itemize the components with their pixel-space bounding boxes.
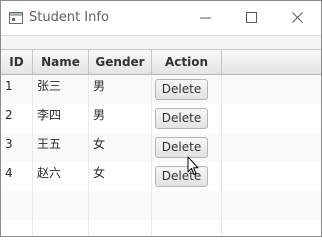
cell-empty [152,220,222,236]
table-row[interactable]: 1 张三 男 Delete [1,75,321,104]
arrow-cursor-icon [187,156,199,175]
cell-filler [222,133,321,162]
cell-name: 李四 [33,104,89,133]
minimize-button[interactable] [183,1,229,35]
column-header-filler [222,50,321,74]
cell-empty [1,220,33,236]
column-header-action[interactable]: Action [152,50,222,74]
cell-id: 1 [1,75,33,104]
column-header-gender[interactable]: Gender [89,50,152,74]
cell-name: 王五 [33,133,89,162]
cell-filler [222,104,321,133]
cell-filler [222,75,321,104]
delete-button[interactable]: Delete [155,108,208,129]
delete-button[interactable]: Delete [155,137,208,158]
toolbar-area [1,36,321,49]
cell-empty [33,220,89,236]
minimize-icon [200,17,211,19]
maximize-icon [246,12,257,23]
cell-name: 张三 [33,75,89,104]
cell-empty [33,191,89,220]
table-header: ID Name Gender Action [1,49,321,75]
column-header-id[interactable]: ID [1,50,33,74]
cell-action: Delete [152,75,222,104]
cell-gender: 女 [89,133,152,162]
cell-id: 2 [1,104,33,133]
cell-name: 赵六 [33,162,89,191]
cell-filler [222,162,321,191]
empty-row [1,191,321,220]
column-header-name[interactable]: Name [33,50,89,74]
window-icon [9,12,23,24]
delete-button[interactable]: Delete [155,79,208,100]
cell-action: Delete [152,104,222,133]
empty-row [1,220,321,236]
cell-gender: 女 [89,162,152,191]
cell-id: 3 [1,133,33,162]
delete-button[interactable]: Delete [155,166,208,187]
window-title: Student Info [29,10,109,25]
cell-empty [1,191,33,220]
table-row[interactable]: 2 李四 男 Delete [1,104,321,133]
cell-empty [89,191,152,220]
cell-gender: 男 [89,75,152,104]
title-bar[interactable]: Student Info [1,1,321,35]
cell-id: 4 [1,162,33,191]
maximize-button[interactable] [229,1,275,35]
cell-empty [152,191,222,220]
student-table[interactable]: ID Name Gender Action 1 张三 男 Delete 2 李四… [1,35,321,236]
cell-empty [89,220,152,236]
cell-empty [222,191,321,220]
table-row[interactable]: 3 王五 女 Delete [1,133,321,162]
close-icon [292,12,303,23]
main-window: Student Info ID Name Gender Action 1 张三 … [0,0,322,237]
close-button[interactable] [275,1,321,35]
table-row[interactable]: 4 赵六 女 Delete [1,162,321,191]
cell-empty [222,220,321,236]
cell-gender: 男 [89,104,152,133]
